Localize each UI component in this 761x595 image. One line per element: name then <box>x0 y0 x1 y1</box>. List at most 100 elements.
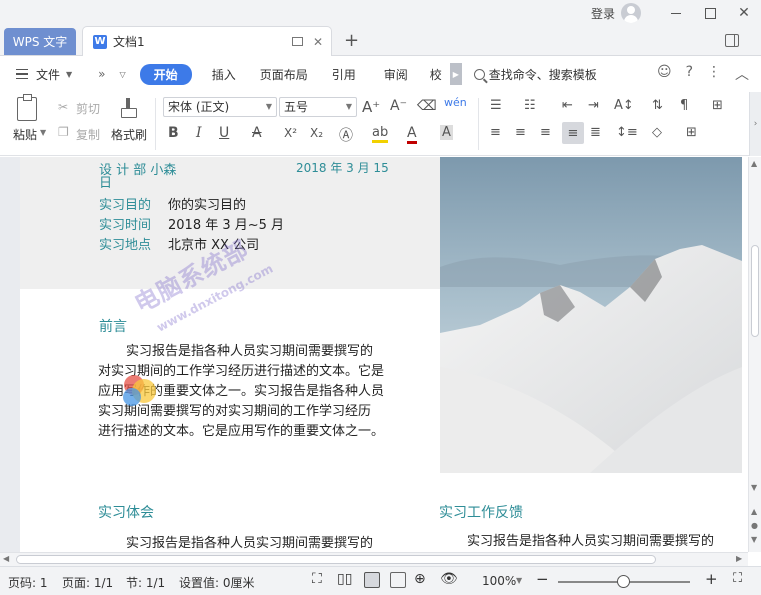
format-painter-icon[interactable] <box>118 98 138 120</box>
comment-icon[interactable]: ☺ <box>657 64 672 84</box>
line-spacing-icon[interactable]: ↕≡ <box>616 125 638 140</box>
document-tab[interactable]: W 文档1 ✕ <box>82 26 332 56</box>
font-name-select[interactable]: 宋体 (正文) ▼ <box>163 97 277 117</box>
zoom-in-button[interactable]: + <box>705 570 718 588</box>
next-page-icon[interactable]: ▼ <box>751 535 757 544</box>
tab-insert[interactable]: 插入 <box>200 66 248 83</box>
align-right-icon[interactable]: ≡ <box>540 125 551 140</box>
mountain-photo[interactable] <box>440 157 742 473</box>
sidebar-toggle-icon[interactable] <box>725 34 739 47</box>
text-effect-icon[interactable]: Ⓐ <box>339 125 353 145</box>
quick-access-dropdown-icon[interactable]: ▽ <box>120 70 126 79</box>
tab-review[interactable]: 审阅 <box>368 66 424 83</box>
decrease-font-icon[interactable]: A⁻ <box>390 98 407 114</box>
decrease-indent-icon[interactable]: ⇤ <box>562 98 573 113</box>
scroll-down-icon[interactable]: ▼ <box>751 483 757 492</box>
collapse-ribbon-icon[interactable]: ︿ <box>735 64 749 84</box>
horizontal-scroll-thumb[interactable] <box>16 555 656 564</box>
login-link[interactable]: 登录 <box>591 5 615 22</box>
select-browse-icon[interactable]: ● <box>751 521 758 530</box>
format-painter-button[interactable]: 格式刷 <box>111 126 147 143</box>
paste-button-label[interactable]: 粘贴 <box>13 126 37 143</box>
scroll-up-icon[interactable]: ▲ <box>751 159 757 168</box>
sort-icon[interactable]: ⇅ <box>652 98 663 113</box>
increase-indent-icon[interactable]: ⇥ <box>588 98 599 113</box>
increase-font-icon[interactable]: A⁺ <box>362 98 380 116</box>
clear-format-icon[interactable]: ⌫ <box>417 98 437 114</box>
maximize-button[interactable] <box>693 0 727 26</box>
close-window-button[interactable]: ✕ <box>727 0 761 26</box>
tab-scroll-right-icon[interactable]: ▶ <box>449 63 462 85</box>
table-icon[interactable]: ⊞ <box>712 98 723 113</box>
outline-view-icon[interactable] <box>390 572 406 588</box>
strikethrough-button[interactable]: A <box>252 125 262 141</box>
phonetic-guide-icon[interactable]: wén <box>444 96 467 109</box>
document-canvas[interactable]: 设 计 部 小森 2018 年 3 月 15 日 实习目的 你的实习目的 实习时… <box>0 157 748 552</box>
underline-button[interactable]: U <box>219 125 229 141</box>
float-window-icon[interactable] <box>291 37 303 46</box>
help-icon[interactable]: ? <box>686 64 693 84</box>
page-number[interactable]: 页码: 1 <box>8 574 48 591</box>
justify-icon[interactable]: ≡ <box>562 122 584 144</box>
align-center-icon[interactable]: ≡ <box>515 125 526 140</box>
bullet-list-icon[interactable]: ☰ <box>490 98 502 113</box>
section-count[interactable]: 节: 1/1 <box>126 574 165 591</box>
command-search[interactable]: 查找命令、搜索模板 <box>473 66 597 83</box>
web-view-icon[interactable]: ⊕ <box>414 571 426 587</box>
vertical-scrollbar[interactable]: ▲ ▼ ▲ ● ▼ <box>748 157 761 552</box>
new-tab-button[interactable]: + <box>344 30 359 51</box>
app-tab[interactable]: WPS 文字 <box>4 28 76 55</box>
reading-mode-icon[interactable]: ▯▯ <box>337 571 352 587</box>
document-icon: W <box>93 34 107 49</box>
chevron-down-icon[interactable]: ▼ <box>66 70 72 79</box>
scroll-left-icon[interactable]: ◀ <box>3 554 9 563</box>
close-tab-icon[interactable]: ✕ <box>313 35 323 49</box>
shading-fill-icon[interactable]: ◇ <box>652 125 662 140</box>
zoom-level[interactable]: 100% <box>482 574 516 588</box>
tab-partial[interactable]: 校 <box>424 66 448 83</box>
superscript-button[interactable]: X² <box>284 126 297 140</box>
avatar-icon[interactable] <box>621 3 641 23</box>
more-icon[interactable]: ⋮ <box>707 64 721 84</box>
minimize-button[interactable] <box>659 0 693 26</box>
show-marks-icon[interactable]: ¶ <box>680 98 688 113</box>
font-size-select[interactable]: 五号 ▼ <box>279 97 357 117</box>
ribbon-scroll-right-icon[interactable]: › <box>749 92 761 156</box>
fit-window-icon[interactable]: ⛶ <box>733 571 742 586</box>
paste-icon[interactable] <box>17 94 37 121</box>
borders-icon[interactable]: ⊞ <box>686 125 697 140</box>
prev-page-icon[interactable]: ▲ <box>751 507 757 516</box>
tab-references[interactable]: 引用 <box>320 66 368 83</box>
numbered-list-icon[interactable]: ☷ <box>524 98 536 113</box>
zoom-slider-handle[interactable] <box>617 575 630 588</box>
italic-button[interactable]: I <box>196 125 202 141</box>
font-color-icon[interactable]: A <box>407 125 417 144</box>
more-menu-button[interactable]: » <box>98 67 105 81</box>
eye-protection-icon[interactable]: 👁 <box>440 571 458 587</box>
paste-dropdown-icon[interactable]: ▼ <box>40 128 46 137</box>
page-count[interactable]: 页面: 1/1 <box>62 574 113 591</box>
char-shading-icon[interactable]: A <box>440 125 453 140</box>
cut-button[interactable]: 剪切 <box>76 100 100 117</box>
subscript-button[interactable]: X₂ <box>310 126 323 140</box>
tab-page-layout[interactable]: 页面布局 <box>248 66 320 83</box>
bold-button[interactable]: B <box>168 125 179 141</box>
highlight-icon[interactable]: ab <box>372 125 389 143</box>
page-view-icon[interactable] <box>364 572 380 588</box>
horizontal-scrollbar[interactable]: ◀ ▶ <box>0 552 748 566</box>
tab-home[interactable]: 开始 <box>139 63 192 85</box>
menu-icon[interactable] <box>16 69 28 79</box>
copy-icon[interactable]: ❐ <box>58 125 69 139</box>
zoom-out-button[interactable]: − <box>536 570 549 588</box>
chinese-layout-icon[interactable]: A↕ <box>614 98 634 113</box>
file-menu[interactable]: 文件 <box>36 66 60 83</box>
copy-button[interactable]: 复制 <box>76 126 100 143</box>
distribute-icon[interactable]: ≣ <box>590 125 601 140</box>
vertical-scroll-thumb[interactable] <box>751 245 759 337</box>
cut-icon[interactable]: ✂ <box>58 100 68 114</box>
setting-value[interactable]: 设置值: 0厘米 <box>179 574 255 591</box>
align-left-icon[interactable]: ≡ <box>490 125 501 140</box>
fullscreen-icon[interactable]: ⛶ <box>312 571 322 587</box>
zoom-dropdown-icon[interactable]: ▼ <box>516 576 522 585</box>
scroll-right-icon[interactable]: ▶ <box>736 554 742 563</box>
